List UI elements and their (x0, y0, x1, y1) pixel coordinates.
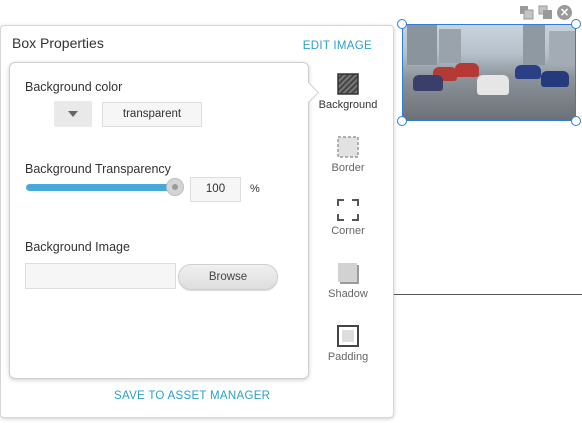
bring-forward-icon[interactable] (519, 5, 534, 20)
save-to-asset-manager-link[interactable]: SAVE TO ASSET MANAGER (114, 390, 270, 402)
tool-border-label: Border (331, 162, 365, 174)
percent-unit: % (250, 183, 260, 195)
transparency-value-field[interactable]: 100 (190, 177, 241, 202)
shadow-square-icon (337, 262, 359, 284)
resize-handle-top-right[interactable] (571, 19, 581, 29)
tool-background[interactable]: Background (313, 73, 383, 111)
background-transparency-label: Background Transparency (25, 162, 171, 176)
background-color-field[interactable]: transparent (102, 102, 202, 127)
background-image-label: Background Image (25, 240, 130, 254)
close-icon[interactable]: × (557, 5, 572, 20)
browse-button[interactable]: Browse (178, 264, 278, 290)
background-color-label: Background color (25, 80, 123, 94)
send-backward-icon[interactable] (538, 5, 553, 20)
tool-corner-label: Corner (331, 225, 365, 237)
tool-padding-label: Padding (327, 351, 369, 363)
resize-handle-bottom-right[interactable] (571, 116, 581, 126)
tool-border[interactable]: Border (313, 136, 383, 174)
element-toolbar: × (519, 5, 572, 20)
dashed-square-icon (337, 136, 359, 158)
corner-brackets-icon (337, 199, 359, 221)
background-settings-card: Background color transparent Background … (9, 62, 309, 379)
panel-title: Box Properties (12, 35, 104, 51)
chevron-down-icon (68, 111, 78, 117)
tool-padding[interactable]: Padding (313, 325, 383, 363)
box-properties-panel: Box Properties EDIT IMAGE Background col… (0, 25, 394, 418)
hatched-square-icon (337, 73, 359, 95)
tool-shadow-label: Shadow (328, 288, 368, 300)
transparency-slider-handle[interactable] (166, 178, 184, 196)
tool-corner[interactable]: Corner (313, 199, 383, 237)
resize-handle-top-left[interactable] (397, 19, 407, 29)
transparency-slider-track[interactable] (26, 184, 176, 191)
selected-image[interactable] (402, 24, 576, 121)
padding-square-icon (337, 325, 359, 347)
tool-background-label: Background (318, 99, 378, 111)
tool-shadow[interactable]: Shadow (313, 262, 383, 300)
edit-image-link[interactable]: EDIT IMAGE (303, 40, 372, 52)
background-image-field[interactable] (25, 263, 176, 289)
resize-handle-bottom-left[interactable] (397, 116, 407, 126)
color-picker-dropdown[interactable] (54, 101, 92, 127)
